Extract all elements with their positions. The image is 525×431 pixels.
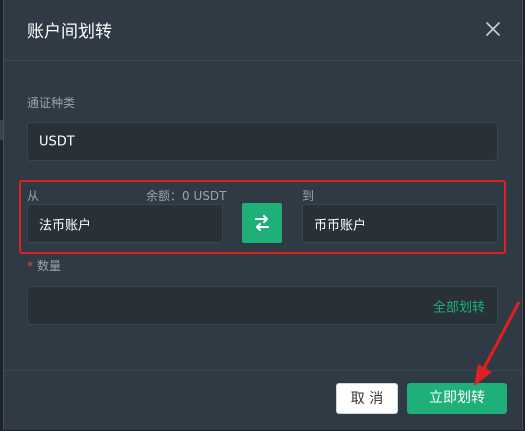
close-icon[interactable] [482, 18, 504, 40]
currency-value: USDT [39, 134, 75, 149]
amount-input[interactable]: 全部划转 [27, 286, 498, 325]
swap-button[interactable] [242, 203, 282, 243]
from-account-select[interactable]: 法币账户 [27, 204, 223, 243]
transfer-dialog: 账户间划转 通证种类 USDT 从 余额：0 USDT 法币账户 到 币币账户 … [3, 0, 523, 430]
dialog-title: 账户间划转 [27, 22, 112, 42]
from-label: 从 [27, 189, 40, 203]
balance-text: 余额：0 USDT [146, 189, 227, 203]
cancel-button[interactable]: 取 消 [336, 383, 398, 414]
annotation-arrow-icon [474, 301, 521, 386]
amount-label-text: 数量 [37, 259, 62, 273]
currency-select[interactable]: USDT [27, 122, 498, 161]
to-label: 到 [302, 189, 315, 203]
to-account-select[interactable]: 币币账户 [302, 204, 498, 243]
required-mark: * [27, 259, 33, 273]
swap-arrows-icon [242, 215, 282, 247]
dialog-header: 账户间划转 [4, 0, 522, 61]
currency-label: 通证种类 [27, 96, 76, 110]
from-account-value: 法币账户 [39, 218, 92, 233]
amount-label: * 数量 [27, 257, 61, 274]
to-account-value: 币币账户 [314, 218, 367, 233]
